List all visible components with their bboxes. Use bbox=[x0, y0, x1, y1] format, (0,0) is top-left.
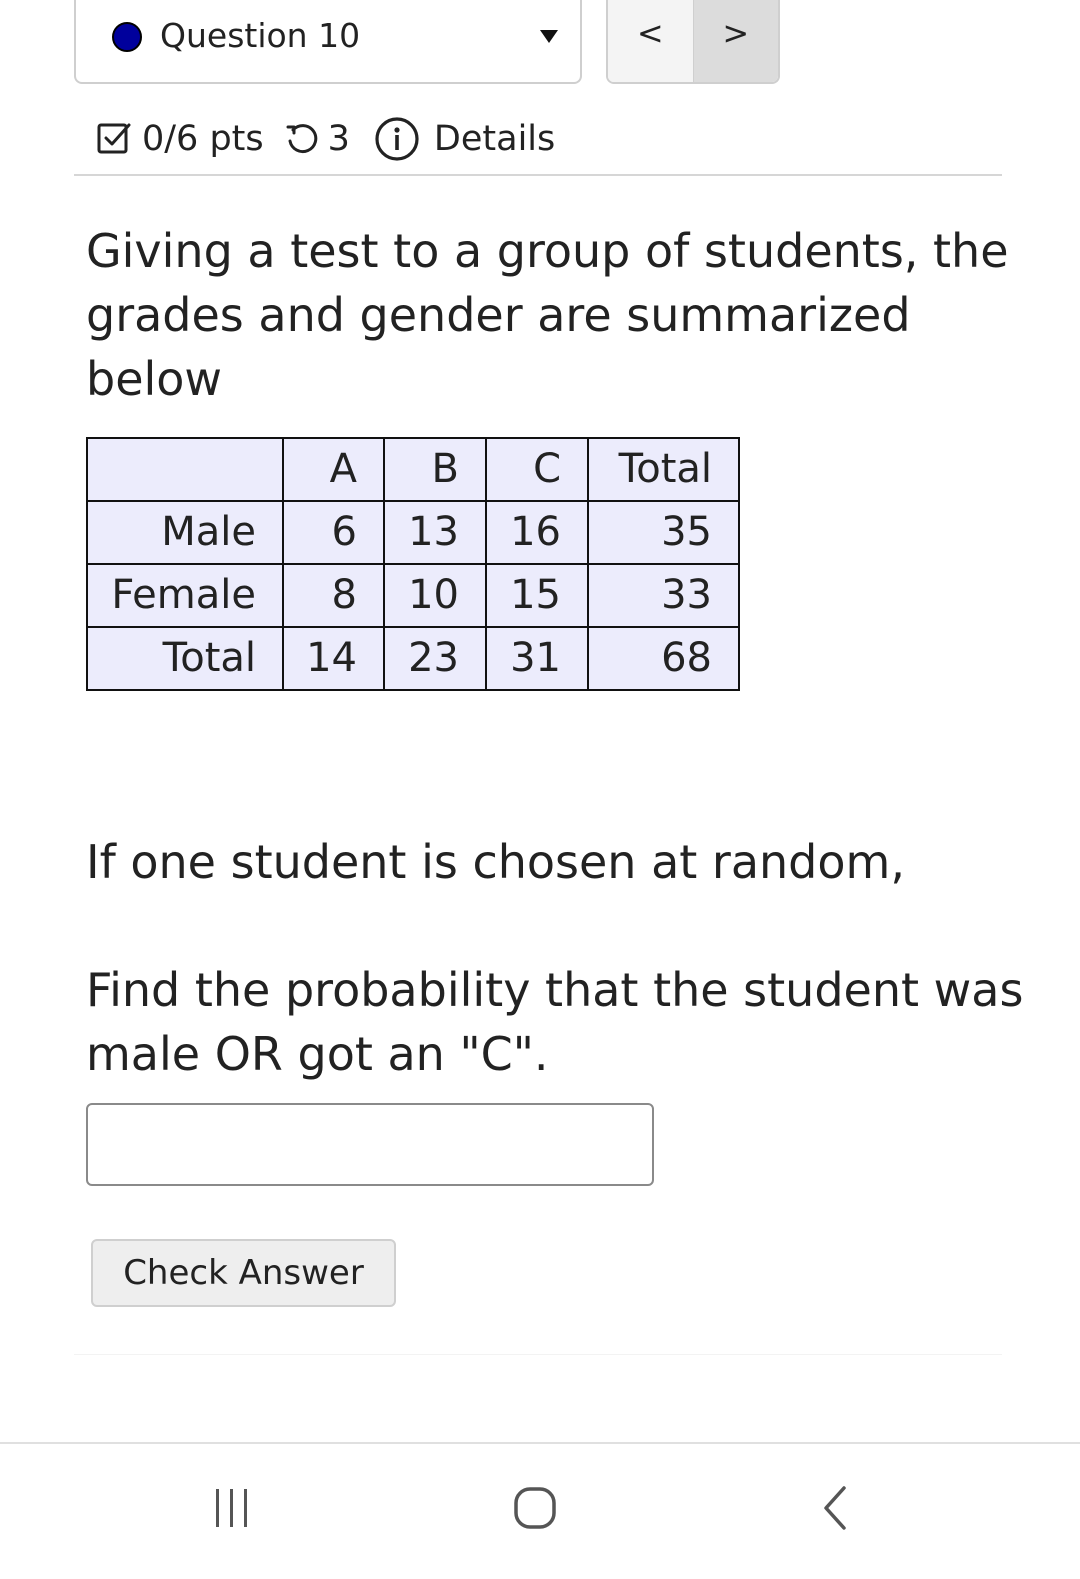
table-cell: 35 bbox=[587, 500, 740, 565]
content-bottom-divider bbox=[74, 1354, 1002, 1355]
home-icon[interactable] bbox=[508, 1484, 562, 1534]
answer-input[interactable] bbox=[86, 1103, 654, 1186]
question-prompt-line: If one student is chosen at random, bbox=[86, 835, 905, 889]
table-row: Female 8 10 15 33 bbox=[86, 563, 740, 628]
previous-question-button[interactable]: < bbox=[608, 0, 694, 82]
attempts-remaining: 3 bbox=[327, 119, 350, 159]
table-row-label: Female bbox=[86, 563, 284, 628]
table-header-row: A B C Total bbox=[86, 437, 740, 502]
question-nav: < > bbox=[606, 0, 780, 84]
check-answer-button[interactable]: Check Answer bbox=[91, 1239, 396, 1307]
table-header-cell: A bbox=[282, 437, 385, 502]
table-row: Total 14 23 31 68 bbox=[86, 626, 740, 691]
table-cell: 14 bbox=[282, 626, 385, 691]
points-score: 0/6 pts bbox=[142, 119, 264, 159]
question-prompt: Find the probability that the student wa… bbox=[86, 963, 1024, 1081]
system-nav-bar bbox=[0, 1442, 1080, 1579]
table-cell: 6 bbox=[282, 500, 385, 565]
table-cell: 31 bbox=[485, 626, 589, 691]
score-row: 0/6 pts 3 Details bbox=[96, 116, 555, 162]
table-cell: 10 bbox=[383, 563, 487, 628]
table-header-cell: Total bbox=[587, 437, 740, 502]
table-cell: 16 bbox=[485, 500, 589, 565]
header-divider bbox=[74, 174, 1002, 176]
details-link[interactable]: Details bbox=[434, 119, 555, 159]
table-row: Male 6 13 16 35 bbox=[86, 500, 740, 565]
question-intro: Giving a test to a group of students, th… bbox=[86, 224, 1009, 406]
info-icon[interactable] bbox=[374, 116, 420, 162]
table-cell: 23 bbox=[383, 626, 487, 691]
question-status-dot bbox=[112, 22, 142, 52]
table-cell: 15 bbox=[485, 563, 589, 628]
grades-gender-table: A B C Total Male 6 13 16 35 Female 8 10 … bbox=[86, 437, 740, 691]
table-cell: 33 bbox=[587, 563, 740, 628]
recents-icon[interactable] bbox=[206, 1484, 266, 1534]
table-cell: 13 bbox=[383, 500, 487, 565]
dropdown-caret-icon bbox=[540, 30, 558, 43]
table-row-label: Male bbox=[86, 500, 284, 565]
table-cell: 8 bbox=[282, 563, 385, 628]
back-icon[interactable] bbox=[810, 1484, 860, 1534]
checkbox-icon bbox=[96, 121, 132, 157]
table-header-cell bbox=[86, 437, 284, 502]
table-header-cell: C bbox=[485, 437, 589, 502]
next-question-button[interactable]: > bbox=[693, 0, 778, 82]
table-header-cell: B bbox=[383, 437, 487, 502]
table-cell: 68 bbox=[587, 626, 740, 691]
retry-icon bbox=[284, 121, 320, 157]
question-selector[interactable]: Question 10 bbox=[74, 0, 582, 84]
table-row-label: Total bbox=[86, 626, 284, 691]
question-selector-label: Question 10 bbox=[160, 16, 361, 55]
